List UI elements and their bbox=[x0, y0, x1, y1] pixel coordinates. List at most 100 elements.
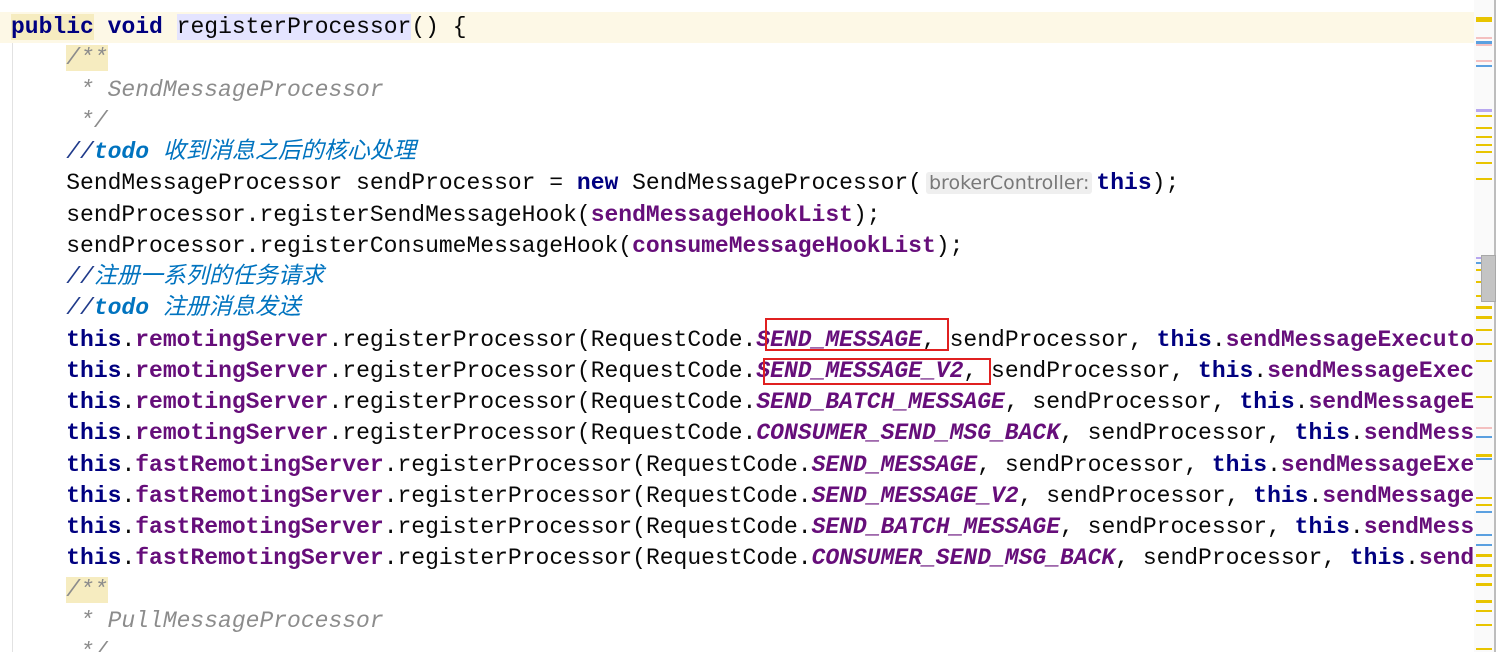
code-token: . bbox=[121, 420, 136, 447]
scrollbar-marker[interactable] bbox=[1476, 458, 1492, 461]
scrollbar-marker[interactable] bbox=[1476, 534, 1492, 536]
code-token: . bbox=[1308, 482, 1323, 509]
code-line[interactable]: sendProcessor.registerConsumeMessageHook… bbox=[11, 231, 963, 262]
code-line[interactable]: */ bbox=[11, 637, 108, 652]
scrollbar-marker[interactable] bbox=[1476, 144, 1492, 146]
scrollbar-marker[interactable] bbox=[1476, 564, 1492, 567]
scrollbar-marker[interactable] bbox=[1476, 360, 1492, 362]
code-editor[interactable]: public void registerProcessor() { /** * … bbox=[0, 0, 1474, 652]
code-token: fastRemotingServer bbox=[135, 545, 384, 572]
code-line[interactable]: /** bbox=[11, 43, 108, 74]
scrollbar-marker[interactable] bbox=[1476, 37, 1492, 40]
code-line[interactable]: this.fastRemotingServer.registerProcesso… bbox=[11, 450, 1474, 481]
code-token: , sendProcessor, bbox=[977, 451, 1212, 478]
code-line[interactable]: //todo 收到消息之后的核心处理 bbox=[11, 137, 416, 168]
code-line[interactable]: this.remotingServer.registerProcessor(Re… bbox=[11, 387, 1474, 418]
scrollbar-marker[interactable] bbox=[1476, 44, 1492, 47]
code-token: */ bbox=[11, 639, 108, 652]
code-token: CONSUMER_SEND_MSG_BACK bbox=[811, 545, 1116, 572]
code-line[interactable]: * SendMessageProcessor bbox=[11, 75, 384, 106]
scrollbar-marker[interactable] bbox=[1476, 315, 1492, 319]
code-line[interactable]: * PullMessageProcessor bbox=[11, 606, 384, 637]
code-token: , sendProcessor, bbox=[1004, 389, 1240, 415]
code-token: sendProcessor.registerSendMessageHook( bbox=[11, 201, 591, 228]
code-token: SEND_MESSAGE bbox=[811, 451, 978, 478]
code-token: 收到消息之后的核心处理 bbox=[149, 139, 416, 165]
scrollbar-marker[interactable] bbox=[1476, 151, 1492, 154]
code-token: fastRemotingServer bbox=[135, 482, 384, 509]
scrollbar-marker[interactable] bbox=[1476, 109, 1492, 113]
code-token: . bbox=[121, 545, 136, 572]
code-line[interactable]: public void registerProcessor() { bbox=[11, 12, 467, 43]
scrollbar-marker[interactable] bbox=[1476, 16, 1492, 22]
code-line[interactable]: this.fastRemotingServer.registerProcesso… bbox=[11, 481, 1474, 512]
code-token: this bbox=[66, 545, 122, 572]
code-token: sendMessageExec bbox=[1267, 357, 1474, 384]
scrollbar-marker[interactable] bbox=[1476, 40, 1492, 44]
code-token: this bbox=[66, 482, 122, 509]
scrollbar-marker[interactable] bbox=[1476, 609, 1492, 612]
code-token: sendMessageExe bbox=[1280, 451, 1474, 478]
scrollbar-thumb[interactable] bbox=[1481, 255, 1496, 302]
code-line[interactable]: //注册一系列的任务请求 bbox=[11, 262, 324, 293]
code-token: . bbox=[121, 357, 136, 384]
code-line[interactable]: */ bbox=[11, 106, 108, 137]
scrollbar-marker[interactable] bbox=[1476, 648, 1492, 650]
scrollbar-marker[interactable] bbox=[1476, 496, 1492, 499]
code-line[interactable]: this.fastRemotingServer.registerProcesso… bbox=[11, 543, 1474, 574]
scrollbar-marker[interactable] bbox=[1476, 624, 1492, 626]
code-token: remotingServer bbox=[135, 389, 329, 415]
code-token: remotingServer bbox=[135, 357, 329, 384]
code-token: this bbox=[1156, 326, 1212, 353]
code-line[interactable]: SendMessageProcessor sendProcessor = new… bbox=[11, 168, 1179, 199]
code-line[interactable]: /** bbox=[11, 575, 108, 606]
code-token: () { bbox=[411, 14, 467, 40]
vertical-scrollbar[interactable] bbox=[1474, 0, 1496, 652]
scrollbar-marker[interactable] bbox=[1476, 127, 1492, 130]
code-line[interactable]: this.remotingServer.registerProcessor(Re… bbox=[11, 418, 1474, 449]
scrollbar-marker[interactable] bbox=[1476, 396, 1492, 398]
code-line[interactable]: //todo 注册消息发送 bbox=[11, 293, 301, 324]
code-token: SEND_BATCH_MESSAGE bbox=[756, 389, 1005, 415]
code-token: this bbox=[66, 420, 122, 447]
code-token: .registerProcessor(RequestCode. bbox=[383, 451, 812, 478]
scrollbar-marker[interactable] bbox=[1476, 328, 1492, 331]
code-line[interactable]: this.remotingServer.registerProcessor(Re… bbox=[11, 356, 1474, 387]
scrollbar-marker[interactable] bbox=[1476, 177, 1492, 180]
scrollbar-marker[interactable] bbox=[1476, 543, 1492, 546]
scrollbar-marker[interactable] bbox=[1476, 162, 1492, 164]
code-token: /** bbox=[66, 45, 108, 72]
scrollbar-marker[interactable] bbox=[1476, 64, 1492, 67]
scrollbar-marker[interactable] bbox=[1476, 306, 1492, 309]
code-token: this bbox=[1096, 170, 1152, 197]
code-token: */ bbox=[11, 107, 108, 134]
scrollbar-marker[interactable] bbox=[1476, 453, 1492, 457]
scrollbar-marker[interactable] bbox=[1476, 60, 1492, 62]
scrollbar-marker[interactable] bbox=[1476, 600, 1492, 603]
code-line[interactable]: this.fastRemotingServer.registerProcesso… bbox=[11, 512, 1474, 543]
scrollbar-marker[interactable] bbox=[1476, 504, 1492, 506]
code-line[interactable]: sendProcessor.registerSendMessageHook(se… bbox=[11, 200, 880, 231]
scrollbar-marker[interactable] bbox=[1476, 343, 1492, 346]
scrollbar-marker[interactable] bbox=[1476, 554, 1492, 558]
scrollbar-marker[interactable] bbox=[1476, 583, 1492, 587]
scrollbar-marker[interactable] bbox=[1476, 435, 1492, 438]
code-token: SendMessageProcessor sendProcessor = bbox=[11, 170, 577, 197]
code-token: this bbox=[1253, 482, 1309, 509]
code-token: .registerProcessor(RequestCode. bbox=[328, 357, 757, 384]
scrollbar-marker[interactable] bbox=[1476, 573, 1492, 577]
code-token: . bbox=[1267, 451, 1281, 478]
code-token: this bbox=[1294, 514, 1350, 540]
scrollbar-marker[interactable] bbox=[1476, 511, 1492, 514]
code-token: .registerProcessor(RequestCode. bbox=[383, 514, 812, 540]
code-line[interactable]: this.remotingServer.registerProcessor(Re… bbox=[11, 325, 1474, 356]
scrollbar-marker[interactable] bbox=[1476, 115, 1492, 118]
scrollbar-marker[interactable] bbox=[1476, 135, 1492, 138]
scrollbar-marker[interactable] bbox=[1476, 427, 1492, 430]
code-token: /** bbox=[66, 576, 108, 603]
